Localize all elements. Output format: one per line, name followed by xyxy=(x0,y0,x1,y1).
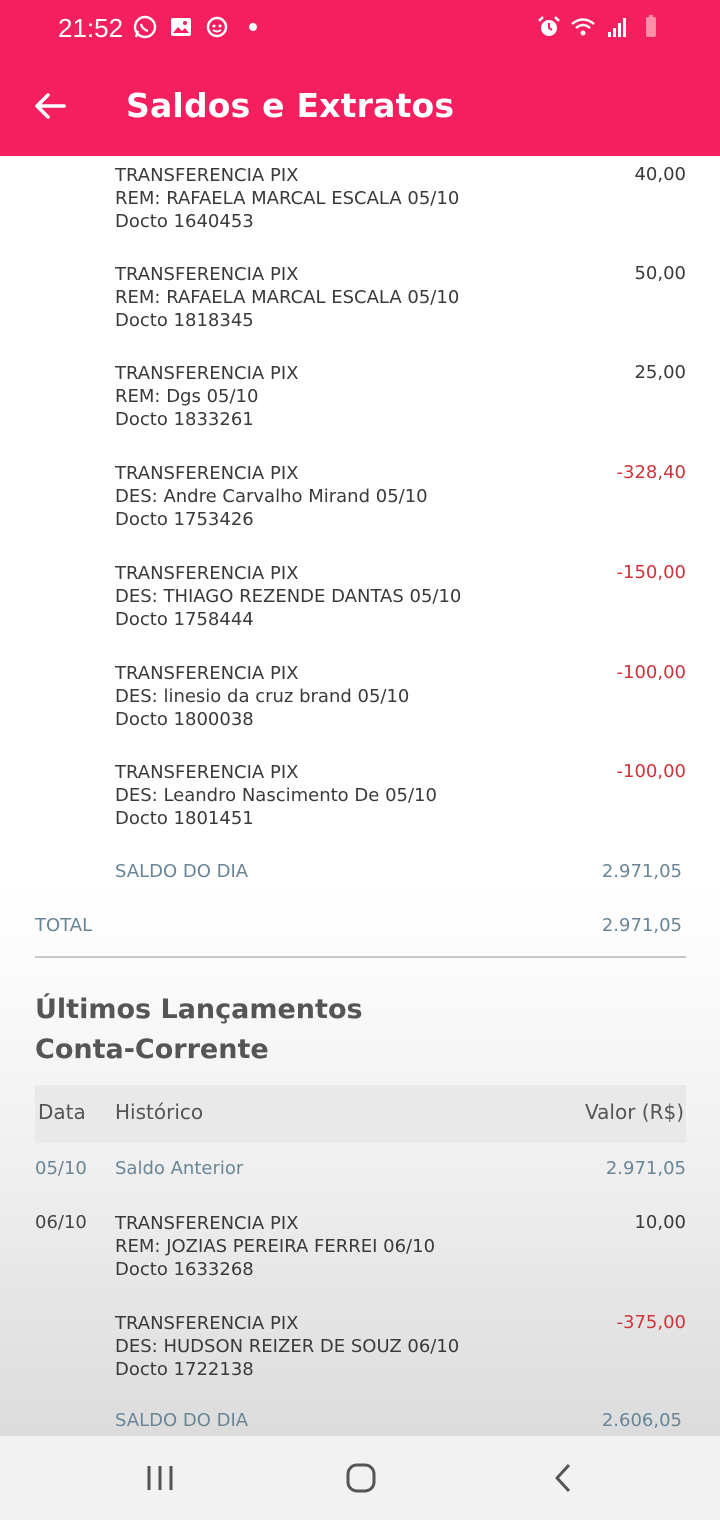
transaction-doc: Docto 1818345 xyxy=(115,310,254,331)
previous-balance-row: 05/10 Saldo Anterior 2.971,05 xyxy=(0,1158,720,1188)
back-arrow-icon[interactable] xyxy=(28,84,72,128)
transaction-type: TRANSFERENCIA PIX xyxy=(115,663,299,684)
column-header-value: Valor (R$) xyxy=(585,1100,684,1124)
transaction-value: -100,00 xyxy=(616,662,686,683)
page-title: Saldos e Extratos xyxy=(126,86,455,125)
transaction-type: TRANSFERENCIA PIX xyxy=(115,563,299,584)
transaction-doc: Docto 1833261 xyxy=(115,409,254,430)
transaction-party: REM: RAFAELA MARCAL ESCALA 05/10 xyxy=(115,188,460,209)
statement-content[interactable]: TRANSFERENCIA PIX REM: RAFAELA MARCAL ES… xyxy=(0,156,720,1436)
transaction-row: TRANSFERENCIA PIX DES: HUDSON REIZER DE … xyxy=(0,1312,720,1402)
column-header-history: Histórico xyxy=(115,1100,204,1124)
transaction-history: TRANSFERENCIA PIX DES: linesio da cruz b… xyxy=(115,662,409,731)
transaction-doc: Docto 1800038 xyxy=(115,709,254,730)
section-title-line1: Últimos Lançamentos xyxy=(35,994,363,1025)
transaction-party: DES: HUDSON REIZER DE SOUZ 06/10 xyxy=(115,1336,460,1357)
signal-icon xyxy=(608,18,626,37)
transaction-party: DES: Andre Carvalho Mirand 05/10 xyxy=(115,486,428,507)
transaction-date: 06/10 xyxy=(35,1212,87,1233)
transaction-history: TRANSFERENCIA PIX DES: THIAGO REZENDE DA… xyxy=(115,562,461,631)
previous-balance-label: Saldo Anterior xyxy=(115,1158,244,1179)
transaction-type: TRANSFERENCIA PIX xyxy=(115,1213,299,1234)
transaction-party: DES: THIAGO REZENDE DANTAS 05/10 xyxy=(115,586,462,607)
dot-icon xyxy=(249,23,257,31)
daily-balance-value: 2.971,05 xyxy=(601,861,682,882)
previous-balance-date: 05/10 xyxy=(35,1158,87,1179)
transaction-history: TRANSFERENCIA PIX DES: Andre Carvalho Mi… xyxy=(115,462,428,531)
transaction-type: TRANSFERENCIA PIX xyxy=(115,165,299,186)
table-header: Data Histórico Valor (R$) xyxy=(35,1085,686,1143)
transaction-doc: Docto 1801451 xyxy=(115,808,254,829)
transaction-doc: Docto 1640453 xyxy=(115,211,254,232)
back-icon[interactable] xyxy=(544,1458,584,1498)
transaction-party: REM: JOZIAS PEREIRA FERREI 06/10 xyxy=(115,1236,436,1257)
home-icon[interactable] xyxy=(341,1458,381,1498)
transaction-type: TRANSFERENCIA PIX xyxy=(115,264,299,285)
gallery-icon xyxy=(171,18,191,36)
divider xyxy=(35,956,686,958)
transaction-history: TRANSFERENCIA PIX REM: JOZIAS PEREIRA FE… xyxy=(115,1212,435,1281)
transaction-value: -100,00 xyxy=(616,761,686,782)
whatsapp-icon xyxy=(133,15,157,39)
battery-icon xyxy=(646,15,656,37)
status-left-icons xyxy=(132,14,266,40)
total-label: TOTAL xyxy=(35,915,93,936)
transaction-doc: Docto 1753426 xyxy=(115,509,254,530)
transaction-party: DES: Leandro Nascimento De 05/10 xyxy=(115,785,437,806)
transaction-row: TRANSFERENCIA PIX DES: linesio da cruz b… xyxy=(0,662,720,752)
transaction-type: TRANSFERENCIA PIX xyxy=(115,463,299,484)
transaction-type: TRANSFERENCIA PIX xyxy=(115,1313,299,1334)
transaction-type: TRANSFERENCIA PIX xyxy=(115,363,299,384)
transaction-value: -150,00 xyxy=(616,562,686,583)
transaction-row: TRANSFERENCIA PIX DES: Leandro Nasciment… xyxy=(0,761,720,851)
transaction-doc: Docto 1758444 xyxy=(115,609,254,630)
sync-icon xyxy=(206,16,228,38)
transaction-value: 10,00 xyxy=(634,1212,686,1233)
transaction-row: TRANSFERENCIA PIX DES: Andre Carvalho Mi… xyxy=(0,462,720,552)
transaction-value: -328,40 xyxy=(616,462,686,483)
transaction-doc: Docto 1722138 xyxy=(115,1359,254,1380)
section-title: Últimos Lançamentos Conta-Corrente xyxy=(35,990,363,1070)
transaction-value: -375,00 xyxy=(616,1312,686,1333)
transaction-type: TRANSFERENCIA PIX xyxy=(115,762,299,783)
transaction-party: REM: RAFAELA MARCAL ESCALA 05/10 xyxy=(115,287,460,308)
status-bar: 21:52 xyxy=(0,0,720,56)
transaction-row: 06/10 TRANSFERENCIA PIX REM: JOZIAS PERE… xyxy=(0,1212,720,1302)
total-value: 2.971,05 xyxy=(601,915,682,936)
transaction-history: TRANSFERENCIA PIX REM: RAFAELA MARCAL ES… xyxy=(115,263,459,332)
daily-balance-label: SALDO DO DIA xyxy=(115,861,249,882)
daily-balance-row: SALDO DO DIA 2.971,05 xyxy=(0,861,720,891)
section-title-line2: Conta-Corrente xyxy=(35,1034,269,1065)
transaction-row: TRANSFERENCIA PIX REM: Dgs 05/10 Docto 1… xyxy=(0,362,720,452)
system-nav-bar xyxy=(0,1436,720,1520)
transaction-row: TRANSFERENCIA PIX DES: THIAGO REZENDE DA… xyxy=(0,562,720,652)
app-bar: Saldos e Extratos xyxy=(0,56,720,156)
transaction-history: TRANSFERENCIA PIX REM: Dgs 05/10 Docto 1… xyxy=(115,362,298,431)
wifi-icon xyxy=(571,18,595,36)
daily-balance-label: SALDO DO DIA xyxy=(115,1410,249,1431)
alarm-icon xyxy=(538,16,560,36)
transaction-history: TRANSFERENCIA PIX DES: Leandro Nasciment… xyxy=(115,761,437,830)
daily-balance-row: SALDO DO DIA 2.606,05 xyxy=(0,1410,720,1436)
transaction-value: 50,00 xyxy=(634,263,686,284)
transaction-doc: Docto 1633268 xyxy=(115,1259,254,1280)
previous-balance-value: 2.971,05 xyxy=(605,1158,686,1179)
total-row: TOTAL 2.971,05 xyxy=(0,915,720,945)
transaction-row: TRANSFERENCIA PIX REM: RAFAELA MARCAL ES… xyxy=(0,263,720,353)
recent-apps-icon[interactable] xyxy=(140,1458,180,1498)
status-time: 21:52 xyxy=(58,13,124,43)
daily-balance-value: 2.606,05 xyxy=(601,1410,682,1431)
transaction-party: REM: Dgs 05/10 xyxy=(115,386,259,407)
column-header-date: Data xyxy=(38,1100,86,1124)
transaction-value: 40,00 xyxy=(634,164,686,185)
transaction-row: TRANSFERENCIA PIX REM: RAFAELA MARCAL ES… xyxy=(0,164,720,254)
transaction-history: TRANSFERENCIA PIX REM: RAFAELA MARCAL ES… xyxy=(115,164,459,233)
transaction-party: DES: linesio da cruz brand 05/10 xyxy=(115,686,410,707)
transaction-value: 25,00 xyxy=(634,362,686,383)
status-right-icons xyxy=(536,14,664,40)
transaction-history: TRANSFERENCIA PIX DES: HUDSON REIZER DE … xyxy=(115,1312,459,1381)
